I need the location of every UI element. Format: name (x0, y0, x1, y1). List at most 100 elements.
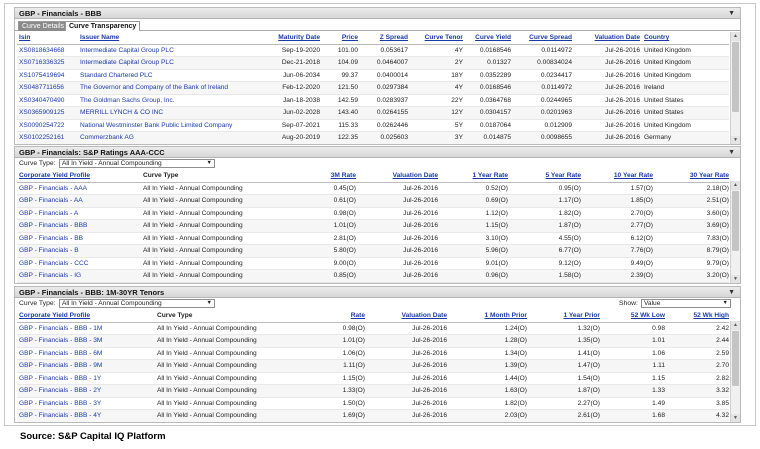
col-header[interactable]: Maturity Date (258, 32, 322, 45)
table-row[interactable]: XS0090254722 National Westminster Bank Pu… (17, 119, 729, 132)
row-link[interactable]: GBP - Financials - A (17, 207, 141, 220)
row-link[interactable]: GBP - Financials - BBB - 3Y (17, 397, 155, 410)
tab-curve-transparency[interactable]: Curve Transparency (65, 21, 141, 31)
row-link[interactable]: Intermediate Capital Group PLC (78, 56, 258, 70)
row-link[interactable]: GBP - Financials - CCC (17, 257, 141, 270)
col-header[interactable]: 3M Rate (266, 170, 358, 183)
row-link[interactable]: GBP - Financials - BBB - 1M (17, 322, 155, 335)
table-row[interactable]: XS0716336325 Intermediate Capital Group P… (17, 56, 729, 70)
table-row[interactable]: GBP - Financials - AA All In Yield - Annu… (17, 194, 729, 208)
table-row[interactable]: GBP - Financials - AAA All In Yield - Ann… (17, 182, 729, 195)
row-link[interactable]: MERRILL LYNCH & CO INC (78, 106, 258, 120)
table-row[interactable]: GBP - Financials - CCC All In Yield - Ann… (17, 257, 729, 270)
row-link[interactable]: GBP - Financials - BBB - 4Y (17, 409, 155, 422)
table-row[interactable]: GBP - Financials - BBB All In Yield - Ann… (17, 219, 729, 233)
col-header[interactable]: Valuation Date (358, 170, 440, 183)
row-link[interactable]: GBP - Financials - BBB - 1Y (17, 372, 155, 385)
scroll-up-icon[interactable]: ▲ (731, 32, 740, 41)
scroll-thumb[interactable] (732, 42, 739, 112)
col-header[interactable]: Z Spread (360, 32, 410, 45)
collapse-arrow-icon[interactable]: ▼ (728, 287, 735, 298)
row-link[interactable]: The Goldman Sachs Group, Inc. (78, 94, 258, 107)
table-row[interactable]: GBP - Financials - BBB - 4Y All In Yield … (17, 409, 729, 422)
table-row[interactable]: GBP - Financials - BB All In Yield - Annu… (17, 232, 729, 245)
table-row[interactable]: XS0365909125 MERRILL LYNCH & CO INC Jun-02… (17, 106, 729, 120)
table-row[interactable]: GBP - Financials - A All In Yield - Annua… (17, 207, 729, 220)
row-link[interactable]: The Governor and Company of the Bank of … (78, 81, 258, 95)
table-row[interactable]: XS1075419694 Standard Chartered PLC Jun-06… (17, 69, 729, 82)
row-link[interactable]: Commerzbank AG (78, 131, 258, 144)
row-link[interactable]: Intermediate Capital Group PLC (78, 44, 258, 57)
scroll-up-icon[interactable]: ▲ (731, 321, 740, 330)
table-row[interactable]: GBP - Financials - B All In Yield - Annua… (17, 244, 729, 258)
panel-header[interactable]: GBP - Financials - BBB ▼ (15, 8, 740, 19)
row-link[interactable]: GBP - Financials - BBB - 9M (17, 359, 155, 373)
row-link[interactable]: XS0090254722 (17, 119, 78, 132)
collapse-arrow-icon[interactable]: ▼ (728, 147, 735, 158)
panel-header[interactable]: GBP - Financials - BBB: 1M-30YR Tenors ▼ (15, 287, 740, 298)
row-link[interactable]: GBP - Financials - BBB - 2Y (17, 384, 155, 398)
col-header[interactable]: Price (322, 32, 360, 45)
row-link[interactable]: XS0716336325 (17, 56, 78, 70)
scroll-up-icon[interactable]: ▲ (731, 181, 740, 190)
col-header[interactable]: Corporate Yield Profile (17, 170, 141, 183)
row-link[interactable]: XS0102252161 (17, 131, 78, 144)
table-row[interactable]: XS0487711656 The Governor and Company of … (17, 81, 729, 95)
row-link[interactable]: National Westminster Bank Public Limited… (78, 119, 258, 132)
curve-type-select[interactable]: All In Yield - Annual Compounding ▼ (59, 159, 215, 168)
vertical-scrollbar[interactable]: ▲ ▼ (730, 321, 740, 422)
row-link[interactable]: GBP - Financials - BBB - 6M (17, 347, 155, 360)
table-row[interactable]: GBP - Financials - BBB - 1Y All In Yield … (17, 372, 729, 385)
col-header[interactable]: Curve Tenor (410, 32, 465, 45)
col-header[interactable]: Corporate Yield Profile (17, 310, 155, 323)
vertical-scrollbar[interactable]: ▲ ▼ (730, 181, 740, 283)
tab-curve-details[interactable]: Curve Details (18, 21, 69, 31)
scroll-down-icon[interactable]: ▼ (731, 136, 740, 144)
row-link[interactable]: Standard Chartered PLC (78, 69, 258, 82)
col-header[interactable]: 52 Wk Low (602, 310, 667, 323)
table-row[interactable]: GBP - Financials - BBB - 9M All In Yield … (17, 359, 729, 373)
table-row[interactable]: GBP - Financials - BBB - 2Y All In Yield … (17, 384, 729, 398)
col-header[interactable]: 10 Year Rate (583, 170, 655, 183)
curve-type-select[interactable]: All In Yield - Annual Compounding ▼ (59, 299, 215, 308)
col-header[interactable]: Rate (285, 310, 367, 323)
row-link[interactable]: XS0487711656 (17, 81, 78, 95)
row-link[interactable]: XS0340470490 (17, 94, 78, 107)
col-header[interactable]: 1 Year Rate (440, 170, 510, 183)
row-link[interactable]: GBP - Financials - IG (17, 269, 141, 283)
col-header[interactable]: Issuer Name (78, 32, 258, 45)
row-link[interactable]: GBP - Financials - BB (17, 232, 141, 245)
row-link[interactable]: GBP - Financials - AA (17, 194, 141, 208)
col-header[interactable]: 1 Month Prior (449, 310, 529, 323)
col-header[interactable]: Curve Spread (513, 32, 574, 45)
show-select[interactable]: Value ▼ (641, 299, 731, 308)
col-header[interactable]: Country (642, 32, 729, 45)
row-link[interactable]: XS0818634668 (17, 44, 78, 57)
row-link[interactable]: XS1075419694 (17, 69, 78, 82)
row-link[interactable]: XS0365909125 (17, 106, 78, 120)
scroll-down-icon[interactable]: ▼ (731, 414, 740, 422)
scroll-down-icon[interactable]: ▼ (731, 275, 740, 283)
col-header[interactable]: 52 Wk High (667, 310, 729, 323)
table-row[interactable]: GBP - Financials - BBB - 6M All In Yield … (17, 347, 729, 360)
col-header[interactable]: Valuation Date (367, 310, 449, 323)
table-row[interactable]: XS0340470490 The Goldman Sachs Group, Inc… (17, 94, 729, 107)
scroll-thumb[interactable] (732, 191, 739, 251)
collapse-arrow-icon[interactable]: ▼ (728, 8, 735, 19)
table-row[interactable]: XS0102252161 Commerzbank AG Aug-20-2019 122… (17, 131, 729, 144)
table-row[interactable]: GBP - Financials - BBB - 3Y All In Yield … (17, 397, 729, 410)
table-row[interactable]: GBP - Financials - BBB - 1M All In Yield … (17, 322, 729, 335)
col-header[interactable]: Isin (17, 32, 78, 45)
scroll-thumb[interactable] (732, 331, 739, 386)
row-link[interactable]: GBP - Financials - BBB - 3M (17, 334, 155, 348)
panel-header[interactable]: GBP - Financials: S&P Ratings AAA-CCC ▼ (15, 147, 740, 158)
table-row[interactable]: XS0818634668 Intermediate Capital Group P… (17, 44, 729, 57)
col-header[interactable]: Valuation Date (574, 32, 642, 45)
row-link[interactable]: GBP - Financials - AAA (17, 182, 141, 195)
vertical-scrollbar[interactable]: ▲ ▼ (730, 32, 740, 144)
table-row[interactable]: GBP - Financials - BBB - 3M All In Yield … (17, 334, 729, 348)
col-header[interactable]: 5 Year Rate (510, 170, 583, 183)
row-link[interactable]: GBP - Financials - B (17, 244, 141, 258)
col-header[interactable]: Curve Yield (465, 32, 513, 45)
col-header[interactable]: 1 Year Prior (529, 310, 602, 323)
